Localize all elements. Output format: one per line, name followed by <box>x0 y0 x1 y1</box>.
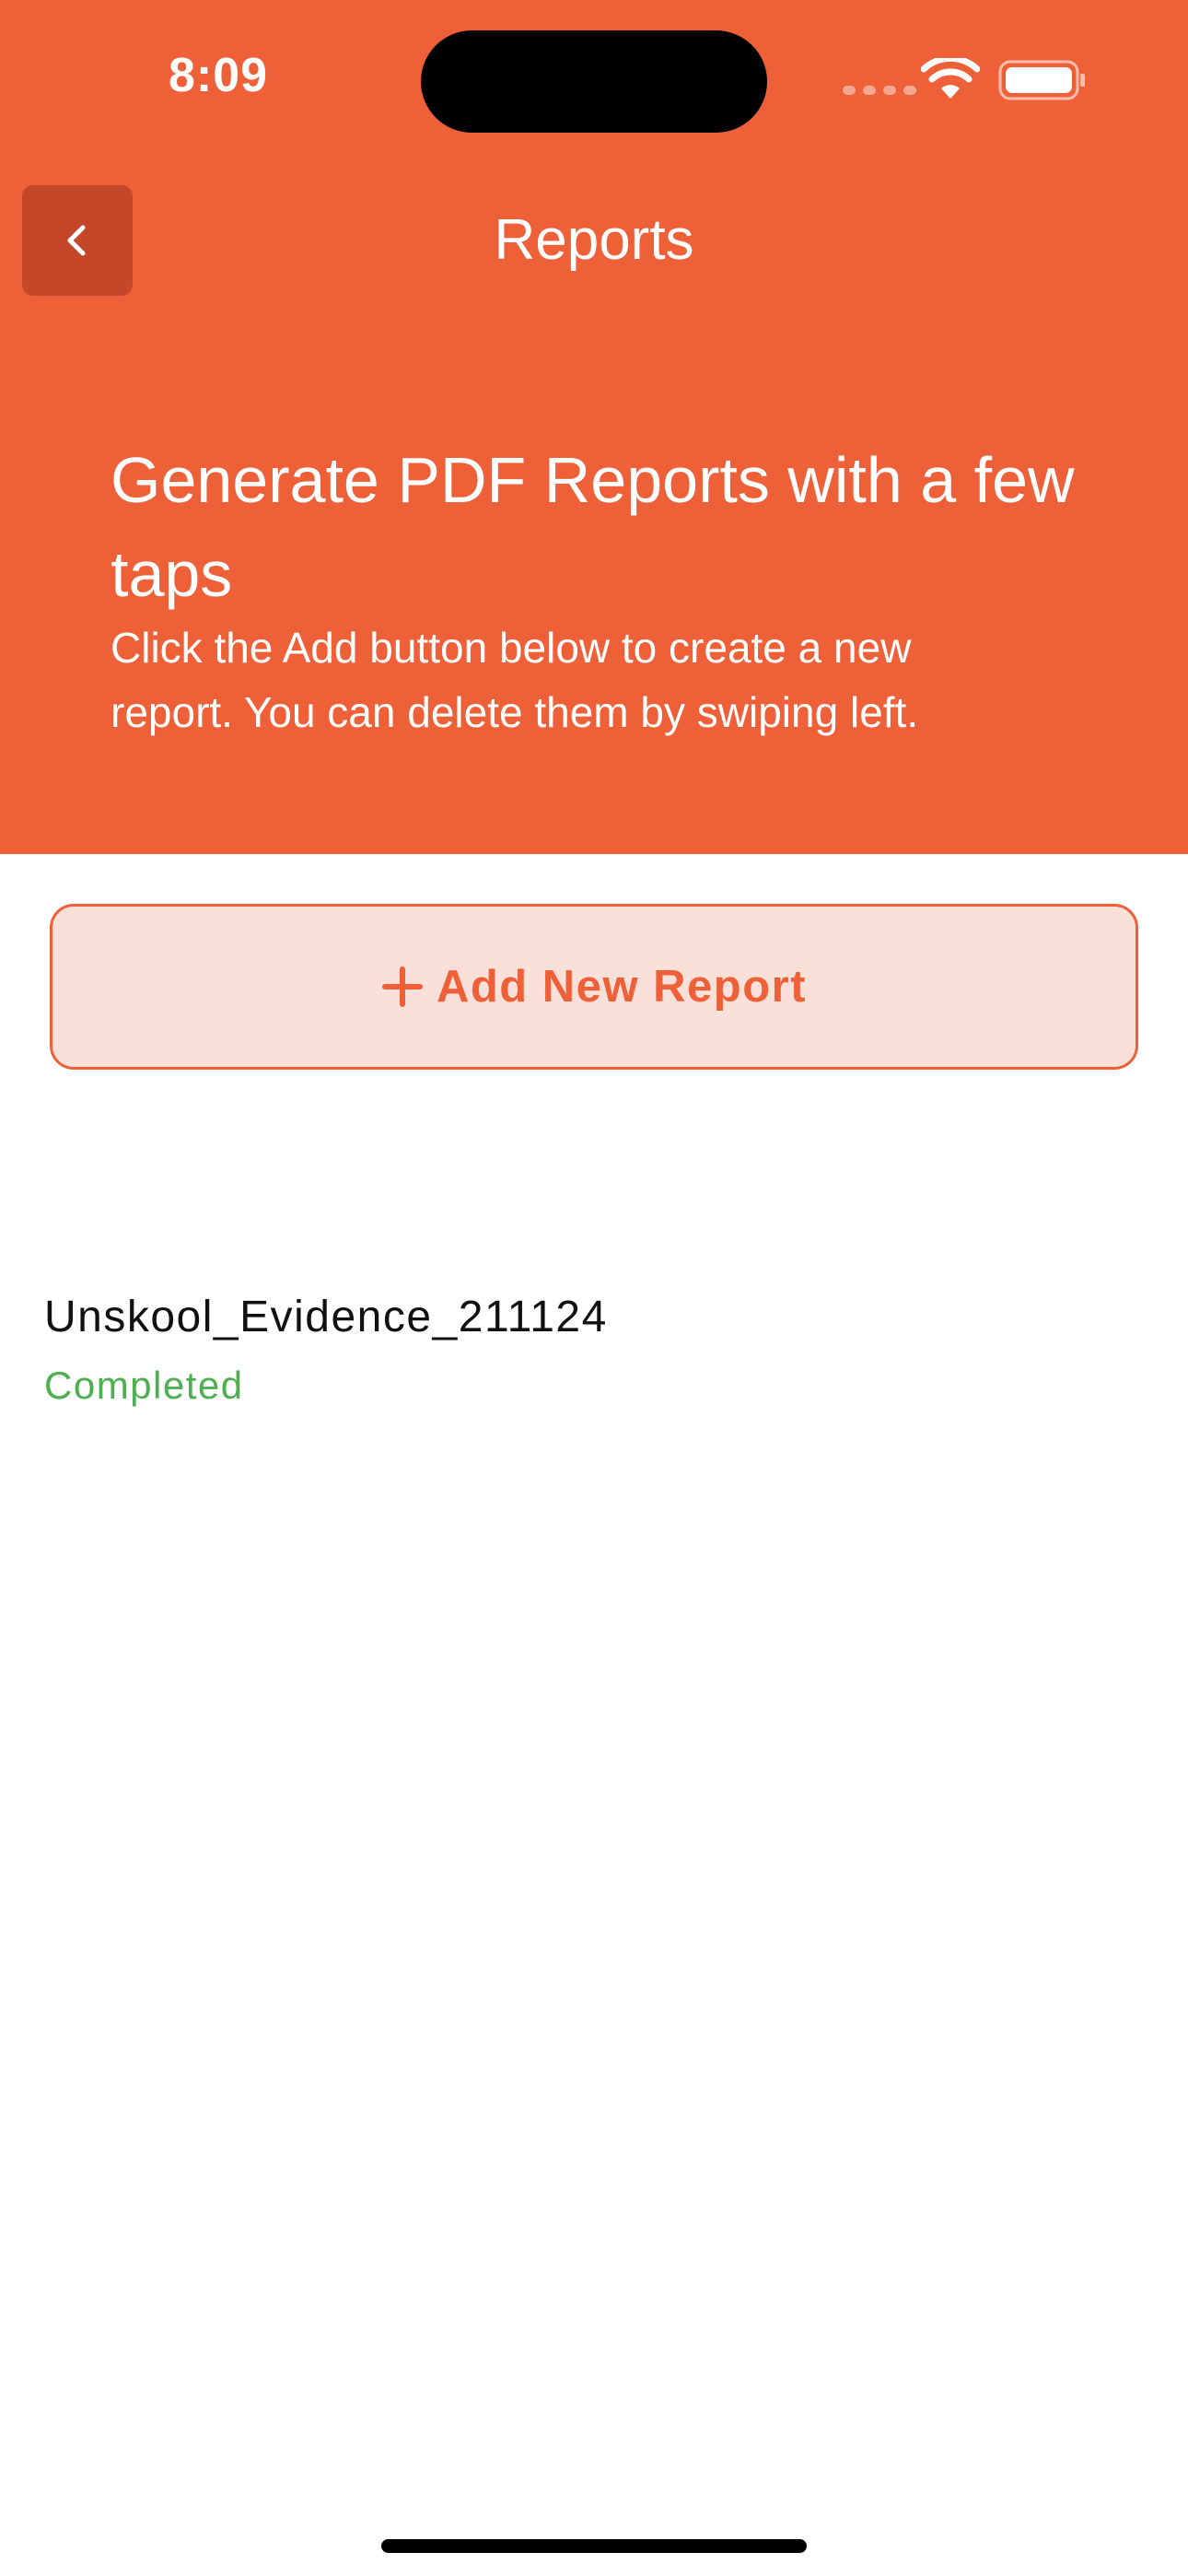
dynamic-island <box>421 30 767 133</box>
report-name: Unskool_Evidence_211124 <box>44 1293 608 1341</box>
hero-title: Generate PDF Reports with a few taps <box>111 444 1075 610</box>
header-banner: 8:09 Reports Generate PDF Reports with a… <box>0 0 1188 854</box>
add-new-report-button[interactable]: Add New Report <box>50 904 1138 1070</box>
reports-screen: 8:09 Reports Generate PDF Reports with a… <box>0 0 1188 2576</box>
list-item[interactable]: Unskool_Evidence_211124 Completed <box>44 1290 1144 1419</box>
status-time: 8:09 <box>169 49 269 102</box>
add-new-report-label: Add New Report <box>436 962 808 1012</box>
cellular-signal-icon <box>843 86 916 95</box>
page-title: Reports <box>494 208 694 272</box>
status-badge: Completed <box>44 1364 244 1407</box>
plus-icon <box>381 966 423 1007</box>
hero-subtitle: Click the Add button below to create a n… <box>111 624 919 736</box>
wifi-icon <box>921 58 980 99</box>
home-indicator[interactable] <box>381 2539 807 2553</box>
battery-icon <box>998 60 1085 100</box>
